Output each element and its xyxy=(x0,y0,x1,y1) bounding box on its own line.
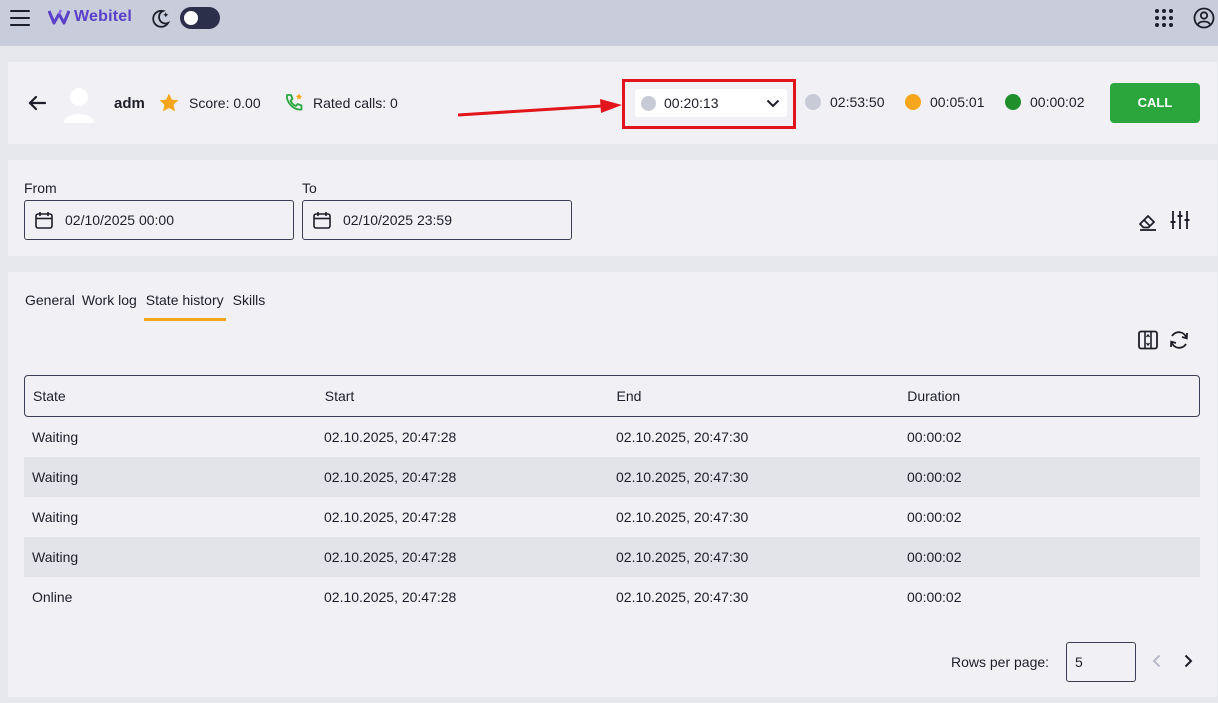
status-dot xyxy=(1005,94,1021,110)
status-select-value: 00:20:13 xyxy=(664,95,719,111)
status-stat-break: 00:05:01 xyxy=(905,94,985,110)
columns-icon[interactable] xyxy=(1137,329,1159,351)
status-dot xyxy=(805,94,821,110)
calendar-icon xyxy=(313,212,331,229)
to-date-input[interactable]: 02/10/2025 23:59 xyxy=(302,200,572,240)
apps-icon[interactable] xyxy=(1155,9,1173,27)
column-header-start[interactable]: Start xyxy=(316,388,608,404)
cell-start: 02.10.2025, 20:47:28 xyxy=(324,469,457,485)
moon-icon xyxy=(152,9,171,28)
cell-end: 02.10.2025, 20:47:30 xyxy=(616,469,749,485)
webitel-logo-icon xyxy=(48,9,70,25)
status-time: 00:00:02 xyxy=(1030,94,1085,110)
theme-toggle[interactable] xyxy=(180,7,220,29)
cell-start: 02.10.2025, 20:47:28 xyxy=(324,429,457,445)
to-label: To xyxy=(302,180,317,196)
eraser-icon[interactable] xyxy=(1137,210,1159,232)
cell-start: 02.10.2025, 20:47:28 xyxy=(324,589,457,605)
cell-duration: 00:00:02 xyxy=(907,429,962,445)
account-icon[interactable] xyxy=(1193,7,1215,29)
state-history-panel: General Work log State history Skills St… xyxy=(8,272,1217,697)
table-row: Waiting 02.10.2025, 20:47:28 02.10.2025,… xyxy=(24,537,1200,577)
rows-per-page-input[interactable]: 5 xyxy=(1066,642,1136,682)
table-row: Waiting 02.10.2025, 20:47:28 02.10.2025,… xyxy=(24,417,1200,457)
from-label: From xyxy=(24,180,57,196)
cell-state: Waiting xyxy=(32,549,79,565)
cell-state: Waiting xyxy=(32,469,79,485)
avatar-icon xyxy=(64,88,94,123)
rated-calls-label: Rated calls: 0 xyxy=(313,95,398,111)
annotation-arrow xyxy=(457,99,622,117)
filters-panel: From 02/10/2025 00:00 To 02/10/2025 23:5… xyxy=(8,160,1217,256)
cell-state: Waiting xyxy=(32,429,79,445)
sliders-icon[interactable] xyxy=(1169,209,1191,231)
status-select[interactable]: 00:20:13 xyxy=(635,89,787,117)
tab-work-log[interactable]: Work log xyxy=(82,292,137,321)
chevron-right-icon[interactable] xyxy=(1180,653,1196,669)
back-arrow-icon[interactable] xyxy=(26,92,48,114)
cell-start: 02.10.2025, 20:47:28 xyxy=(324,549,457,565)
cell-end: 02.10.2025, 20:47:30 xyxy=(616,509,749,525)
refresh-icon[interactable] xyxy=(1168,329,1190,351)
status-stat-idle: 02:53:50 xyxy=(805,94,885,110)
tab-general[interactable]: General xyxy=(25,292,75,321)
to-date-value: 02/10/2025 23:59 xyxy=(343,212,452,228)
call-button[interactable]: CALL xyxy=(1110,83,1200,123)
from-date-value: 02/10/2025 00:00 xyxy=(65,212,174,228)
logo[interactable]: Webitel xyxy=(48,8,132,26)
cell-state: Waiting xyxy=(32,509,79,525)
table-header: State Start End Duration xyxy=(24,375,1200,417)
cell-end: 02.10.2025, 20:47:30 xyxy=(616,549,749,565)
cell-duration: 00:00:02 xyxy=(907,589,962,605)
cell-duration: 00:00:02 xyxy=(907,469,962,485)
brand-name: Webitel xyxy=(74,8,133,25)
tab-state-history[interactable]: State history xyxy=(143,292,226,321)
chevron-left-icon[interactable] xyxy=(1149,653,1165,669)
star-icon xyxy=(159,93,179,112)
cell-start: 02.10.2025, 20:47:28 xyxy=(324,509,457,525)
cell-end: 02.10.2025, 20:47:30 xyxy=(616,429,749,445)
cell-state: Online xyxy=(32,589,73,605)
calendar-icon xyxy=(35,212,53,229)
table-row: Waiting 02.10.2025, 20:47:28 02.10.2025,… xyxy=(24,457,1200,497)
status-time: 00:05:01 xyxy=(930,94,985,110)
cell-duration: 00:00:02 xyxy=(907,509,962,525)
top-bar: Webitel xyxy=(0,0,1218,46)
status-dot xyxy=(905,94,921,110)
chevron-down-icon xyxy=(766,99,780,108)
column-header-end[interactable]: End xyxy=(608,388,900,404)
table-row: Online 02.10.2025, 20:47:28 02.10.2025, … xyxy=(24,577,1200,617)
cell-end: 02.10.2025, 20:47:30 xyxy=(616,589,749,605)
state-history-table: State Start End Duration Waiting 02.10.2… xyxy=(24,375,1200,617)
menu-icon[interactable] xyxy=(10,10,30,26)
status-stat-online: 00:00:02 xyxy=(1005,94,1085,110)
rows-per-page-label: Rows per page: xyxy=(951,654,1050,670)
tab-skills[interactable]: Skills xyxy=(233,292,266,321)
score-label: Score: 0.00 xyxy=(189,95,261,111)
column-header-duration[interactable]: Duration xyxy=(899,388,1199,404)
status-dot xyxy=(641,96,656,111)
cell-duration: 00:00:02 xyxy=(907,549,962,565)
tabs: General Work log State history Skills xyxy=(25,292,272,321)
phone-star-icon xyxy=(286,93,303,111)
status-time: 02:53:50 xyxy=(830,94,885,110)
agent-name: adm xyxy=(114,95,145,112)
table-row: Waiting 02.10.2025, 20:47:28 02.10.2025,… xyxy=(24,497,1200,537)
column-header-state[interactable]: State xyxy=(25,388,316,404)
from-date-input[interactable]: 02/10/2025 00:00 xyxy=(24,200,294,240)
